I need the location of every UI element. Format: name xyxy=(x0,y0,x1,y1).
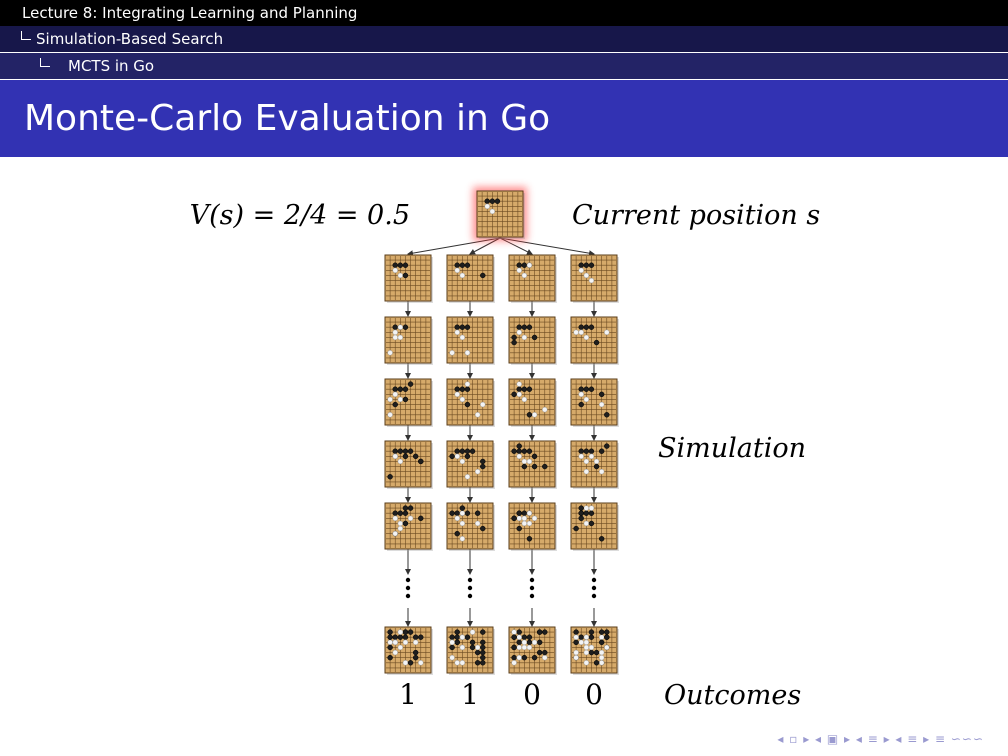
ellipsis-dot xyxy=(529,593,535,599)
go-board-col4-step2 xyxy=(570,316,619,365)
go-board-col3-final xyxy=(508,626,557,675)
go-board-col2-step4 xyxy=(446,440,495,489)
go-board-col3-step1 xyxy=(508,254,557,303)
go-board-col4-step1 xyxy=(570,254,619,303)
go-board-col1-step2 xyxy=(384,316,433,365)
ellipsis-dot xyxy=(529,577,535,583)
go-board-col2-final xyxy=(446,626,495,675)
go-board-col1-final xyxy=(384,626,433,675)
ellipsis-dot xyxy=(405,593,411,599)
ellipsis-dot xyxy=(591,593,597,599)
ellipsis-dot xyxy=(467,577,473,583)
go-board-col2-step3 xyxy=(446,378,495,427)
navigation-icons[interactable]: ◂ ▫ ▸ ◂ ▣ ▸ ◂ ≡ ▸ ◂ ≡ ▸ ≡ ∽∽∽ xyxy=(777,732,984,746)
beamer-navigation[interactable]: ◂ ▫ ▸ ◂ ▣ ▸ ◂ ≡ ▸ ◂ ≡ ▸ ≡ ∽∽∽ xyxy=(777,732,984,746)
boards-layer xyxy=(384,187,619,675)
go-board-col3-step2 xyxy=(508,316,557,365)
go-board-col4-step3 xyxy=(570,378,619,427)
ellipsis-dot xyxy=(405,577,411,583)
simulation-label: Simulation xyxy=(658,433,806,464)
go-board-col1-step5 xyxy=(384,502,433,551)
ellipsis-dot xyxy=(467,593,473,599)
go-board-col4-step4 xyxy=(570,440,619,489)
ellipsis-dot xyxy=(591,577,597,583)
arrows-layer xyxy=(405,237,597,627)
outcomes-label: Outcomes xyxy=(664,680,801,711)
go-board-col3-step5 xyxy=(508,502,557,551)
ellipsis-dot xyxy=(591,585,597,591)
go-board-col2-step5 xyxy=(446,502,495,551)
ellipsis-dot xyxy=(467,585,473,591)
current-position-label: Current position s xyxy=(572,200,820,231)
outcome-value-3: 0 xyxy=(523,678,541,711)
go-board-col4-final xyxy=(570,626,619,675)
value-estimate-label: V(s) = 2/4 = 0.5 xyxy=(190,200,410,231)
outcome-value-2: 1 xyxy=(461,678,479,711)
go-board-col1-step1 xyxy=(384,254,433,303)
go-board-col2-step2 xyxy=(446,316,495,365)
outcome-value-4: 0 xyxy=(585,678,603,711)
go-board-root xyxy=(473,187,527,241)
mc-evaluation-diagram: V(s) = 2/4 = 0.5 Current position s Simu… xyxy=(190,187,820,711)
go-board-col2-step1 xyxy=(446,254,495,303)
outcome-value-1: 1 xyxy=(399,678,417,711)
ellipsis-dot xyxy=(405,585,411,591)
go-board-col3-step4 xyxy=(508,440,557,489)
ellipsis-dot xyxy=(529,585,535,591)
go-board-col4-step5 xyxy=(570,502,619,551)
go-board-col1-step4 xyxy=(384,440,433,489)
go-board-col1-step3 xyxy=(384,378,433,427)
go-board-col3-step3 xyxy=(508,378,557,427)
